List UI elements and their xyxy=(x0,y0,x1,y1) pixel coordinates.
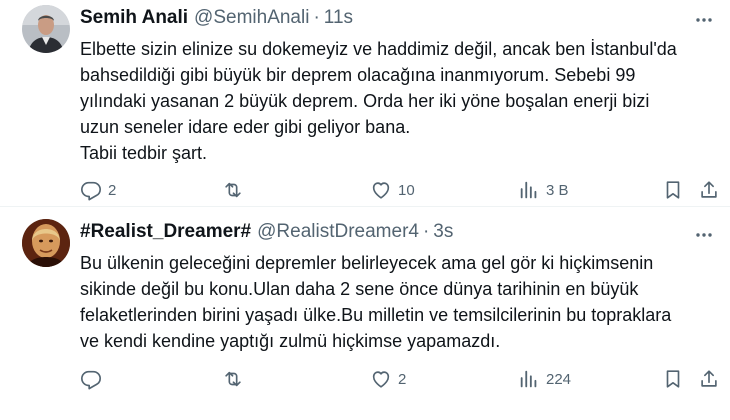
views-icon xyxy=(518,368,540,390)
tweet-text: Bu ülkenin geleceğini depremler belirley… xyxy=(80,250,710,354)
share-icon xyxy=(698,368,720,390)
retweet-button[interactable] xyxy=(222,177,250,203)
tweet-text-line: felaketlerinden birini yaşadı ülke.Bu mi… xyxy=(80,305,672,325)
bookmark-icon xyxy=(662,179,684,201)
tweet-text: Elbette sizin elinize su dokemeyiz ve ha… xyxy=(80,36,710,166)
tweet-text-line: Elbette sizin elinize su dokemeyiz ve ha… xyxy=(80,39,677,59)
user-handle[interactable]: @RealistDreamer4 xyxy=(257,221,419,242)
retweet-icon xyxy=(222,179,244,201)
timestamp[interactable]: 3s xyxy=(433,221,453,242)
reply-icon xyxy=(80,179,102,201)
like-count: 2 xyxy=(398,370,407,388)
reply-button[interactable]: 2 xyxy=(80,177,116,203)
share-button[interactable] xyxy=(698,177,720,203)
action-bar: 2 224 xyxy=(0,366,730,392)
more-icon[interactable] xyxy=(692,223,716,247)
tweet-text-line: Tabii tedbir şart. xyxy=(80,143,208,163)
share-button[interactable] xyxy=(698,366,720,392)
views-button[interactable]: 224 xyxy=(518,366,571,392)
separator: · xyxy=(422,221,430,242)
user-handle[interactable]: @SemihAnali xyxy=(194,7,309,28)
retweet-icon xyxy=(222,368,244,390)
tweet-header: Semih Anali @SemihAnali · 11s xyxy=(80,6,670,30)
retweet-button[interactable] xyxy=(222,366,250,392)
action-bar: 2 10 3 B xyxy=(0,177,730,203)
views-icon xyxy=(518,179,540,201)
tweet-text-line: sikinde değil bu konu.Ulan daha 2 sene ö… xyxy=(80,279,639,299)
display-name[interactable]: Semih Anali xyxy=(80,7,188,28)
display-name[interactable]: #Realist_Dreamer# xyxy=(80,221,251,242)
bookmark-button[interactable] xyxy=(662,177,684,203)
views-button[interactable]: 3 B xyxy=(518,177,569,203)
like-count: 10 xyxy=(398,181,415,199)
tweet[interactable]: #Realist_Dreamer# @RealistDreamer4 · 3s Bu … xyxy=(0,207,730,420)
like-icon xyxy=(370,179,392,201)
views-count: 224 xyxy=(546,370,572,388)
tweet-text-line: yılındaki yasanan 2 büyük deprem. Orda h… xyxy=(80,91,650,111)
tweet[interactable]: Semih Anali @SemihAnali · 11s Elbette sizin… xyxy=(0,0,730,207)
reply-count: 2 xyxy=(108,181,117,199)
share-icon xyxy=(698,179,720,201)
tweet-text-line: bahsedildiği gibi büyük bir deprem olaca… xyxy=(80,65,636,85)
tweet-text-line: ve kendi kendine yaptığı zulmü hiçkimse … xyxy=(80,331,501,351)
views-count: 3 B xyxy=(546,181,569,199)
like-button[interactable]: 10 xyxy=(370,177,415,203)
reply-button[interactable] xyxy=(80,366,108,392)
like-icon xyxy=(370,368,392,390)
avatar[interactable] xyxy=(22,5,70,53)
reply-icon xyxy=(80,368,102,390)
tweet-header: #Realist_Dreamer# @RealistDreamer4 · 3s xyxy=(80,220,670,244)
avatar[interactable] xyxy=(22,219,70,267)
more-icon[interactable] xyxy=(692,8,716,32)
timestamp[interactable]: 11s xyxy=(324,7,353,28)
bookmark-button[interactable] xyxy=(662,366,684,392)
like-button[interactable]: 2 xyxy=(370,366,406,392)
tweet-text-line: Bu ülkenin geleceğini depremler belirley… xyxy=(80,253,654,273)
tweet-text-line: uzun seneler idare eder gibi geliyor ban… xyxy=(80,117,411,137)
bookmark-icon xyxy=(662,368,684,390)
separator: · xyxy=(313,7,320,28)
